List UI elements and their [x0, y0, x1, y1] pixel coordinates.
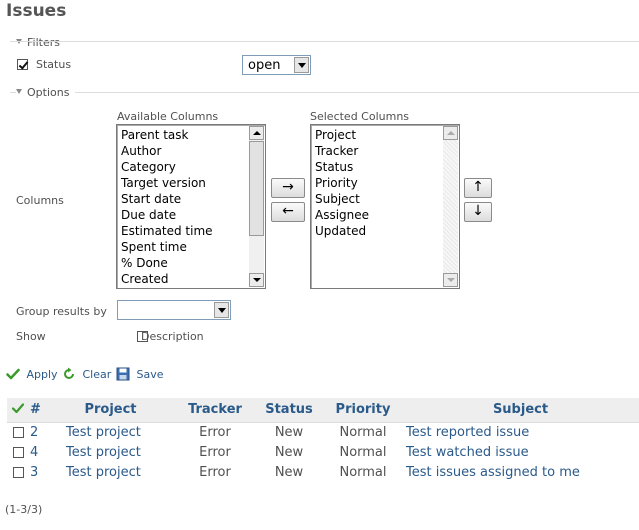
checkmark-icon — [6, 368, 20, 380]
table-row[interactable]: 2 Test project Error New Normal Test reported… — [7, 422, 639, 442]
filters-legend[interactable]: Filters — [16, 36, 60, 49]
columns-label: Columns — [16, 194, 64, 207]
column-header-status[interactable]: Status — [254, 398, 324, 423]
description-label: Description — [141, 330, 204, 343]
available-column-option[interactable]: Author — [117, 143, 265, 159]
issue-id-link[interactable]: 2 — [30, 425, 38, 440]
move-column-down-button[interactable]: ↓ — [464, 202, 492, 222]
selected-column-option[interactable]: Updated — [311, 223, 459, 239]
filters-divider-left — [10, 41, 16, 42]
options-divider-left — [10, 92, 16, 93]
tracker-cell: Error — [199, 444, 231, 460]
column-header-priority[interactable]: Priority — [324, 398, 402, 423]
checkmark-icon — [11, 403, 25, 413]
scroll-down-icon — [443, 273, 458, 287]
subject-link[interactable]: Test issues assigned to me — [406, 465, 580, 480]
table-row[interactable]: 4 Test project Error New Normal Test watched … — [7, 442, 639, 462]
tracker-cell: Error — [199, 424, 231, 440]
subject-link[interactable]: Test watched issue — [406, 445, 529, 460]
move-column-up-button[interactable]: ↑ — [464, 178, 492, 198]
row-checkbox[interactable] — [12, 426, 24, 438]
scroll-up-icon — [443, 126, 458, 140]
filters-legend-label: Filters — [27, 36, 60, 49]
available-column-option[interactable]: Due date — [117, 207, 265, 223]
selected-columns-list[interactable]: Project Tracker Status Priority Subject Assig… — [310, 124, 460, 289]
status-cell: New — [274, 464, 304, 480]
priority-cell: Normal — [339, 444, 387, 460]
project-link[interactable]: Test project — [66, 425, 141, 440]
scroll-down-icon[interactable] — [249, 273, 264, 287]
table-header-row: # Project Tracker Status Priority Subjec… — [7, 398, 639, 423]
options-divider — [75, 92, 639, 93]
clear-link-label: Clear — [82, 367, 112, 381]
issue-id-link[interactable]: 4 — [30, 445, 38, 460]
selected-columns-label: Selected Columns — [310, 110, 410, 123]
column-header-subject[interactable]: Subject — [402, 398, 639, 423]
status-operator-select[interactable]: open — [242, 55, 311, 75]
group-by-label: Group results by — [16, 305, 107, 318]
available-column-option[interactable]: Target version — [117, 175, 265, 191]
available-column-option[interactable]: Spent time — [117, 239, 265, 255]
column-header-tracker[interactable]: Tracker — [176, 398, 254, 423]
issues-table: # Project Tracker Status Priority Subjec… — [7, 398, 639, 482]
add-column-button[interactable]: → — [271, 178, 305, 198]
status-operator-value: open — [248, 58, 281, 73]
available-column-option[interactable]: Estimated time — [117, 223, 265, 239]
available-column-option[interactable]: Category — [117, 159, 265, 175]
collapse-triangle-icon — [16, 89, 22, 94]
selected-column-option[interactable]: Status — [311, 159, 459, 175]
status-filter-label: Status — [36, 58, 72, 71]
show-label: Show — [16, 330, 46, 343]
scroll-thumb[interactable] — [249, 141, 264, 236]
status-filter-checkbox[interactable] — [17, 59, 28, 70]
row-checkbox[interactable] — [12, 446, 24, 458]
chevron-down-icon — [214, 302, 229, 318]
row-checkbox[interactable] — [12, 466, 24, 478]
chevron-down-icon — [294, 57, 309, 73]
options-legend-label: Options — [27, 86, 70, 99]
options-legend[interactable]: Options — [16, 86, 69, 99]
priority-cell: Normal — [339, 464, 387, 480]
column-header-project[interactable]: Project — [45, 398, 176, 423]
table-row[interactable]: 3 Test project Error New Normal Test issues a… — [7, 462, 639, 482]
available-column-option[interactable]: Created — [117, 271, 265, 287]
available-columns-scrollbar[interactable] — [249, 126, 264, 287]
project-link[interactable]: Test project — [66, 465, 141, 480]
selected-column-option[interactable]: Project — [311, 127, 459, 143]
selected-column-option[interactable]: Assignee — [311, 207, 459, 223]
selected-column-option[interactable]: Tracker — [311, 143, 459, 159]
reload-icon — [64, 367, 74, 379]
apply-link-label: Apply — [26, 367, 58, 381]
remove-column-button[interactable]: ← — [271, 202, 305, 222]
priority-cell: Normal — [339, 424, 387, 440]
clear-link[interactable]: Clear — [62, 367, 111, 383]
tracker-cell: Error — [199, 464, 231, 480]
page-title: Issues — [6, 1, 67, 21]
selected-columns-scrollbar — [443, 126, 458, 287]
project-link[interactable]: Test project — [66, 445, 141, 460]
available-columns-label: Available Columns — [117, 110, 219, 123]
status-cell: New — [274, 424, 304, 440]
floppy-disk-icon — [116, 367, 130, 381]
column-header-id[interactable]: # — [29, 398, 45, 423]
selected-column-option[interactable]: Subject — [311, 191, 459, 207]
subject-link[interactable]: Test reported issue — [406, 425, 529, 440]
scroll-up-icon[interactable] — [249, 126, 264, 140]
issue-id-link[interactable]: 3 — [30, 465, 38, 480]
apply-link[interactable]: Apply — [6, 367, 58, 383]
status-cell: New — [274, 444, 304, 460]
available-column-option[interactable]: Start date — [117, 191, 265, 207]
pagination-info: (1-3/3) — [5, 503, 43, 516]
available-column-option[interactable]: % Done — [117, 255, 265, 271]
group-by-select[interactable] — [117, 300, 231, 320]
save-link-label: Save — [136, 367, 164, 381]
save-link[interactable]: Save — [116, 367, 164, 383]
available-column-option[interactable]: Parent task — [117, 127, 265, 143]
available-columns-list[interactable]: Parent task Author Category Target version S… — [116, 124, 266, 289]
selected-column-option[interactable]: Priority — [311, 175, 459, 191]
toggle-all-header[interactable] — [7, 398, 29, 423]
